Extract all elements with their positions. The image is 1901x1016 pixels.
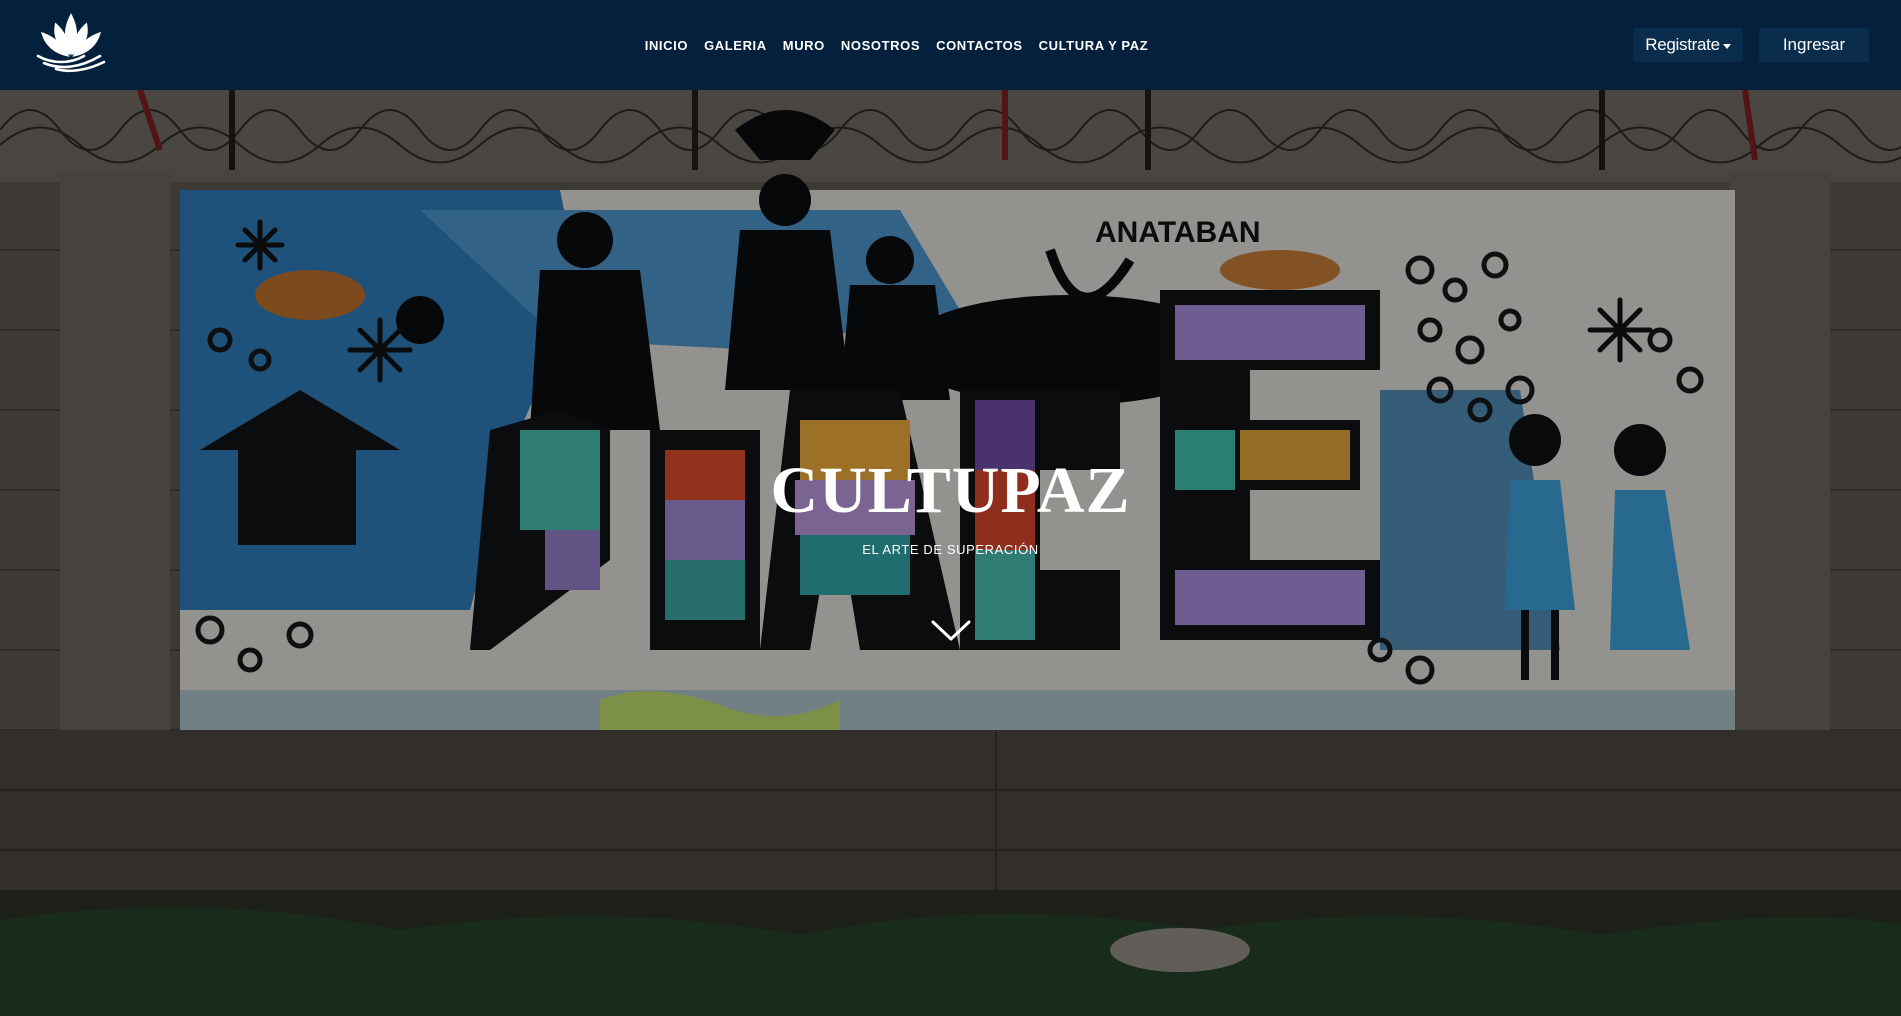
nav-link-muro[interactable]: MURO [783, 38, 825, 53]
nav-link-galeria[interactable]: GALERIA [704, 38, 767, 53]
hero-title: CULTUPAZ [770, 454, 1131, 527]
login-label: Ingresar [1782, 35, 1846, 54]
caret-down-icon [1722, 43, 1731, 49]
nav-link-inicio[interactable]: INICIO [645, 38, 688, 53]
nav-link-nosotros[interactable]: NOSOTROS [841, 38, 920, 53]
hero-subtitle: EL ARTE DE SUPERACIÓN [862, 542, 1039, 557]
register-dropdown-button[interactable]: Registrate [1633, 28, 1743, 62]
navbar: INICIO GALERIA MURO NOSOTROS CONTACTOS C… [0, 0, 1901, 90]
nav-link-cultura-y-paz[interactable]: CULTURA Y PAZ [1039, 38, 1149, 53]
main-nav: INICIO GALERIA MURO NOSOTROS CONTACTOS C… [0, 0, 1901, 90]
nav-link-contactos[interactable]: CONTACTOS [936, 38, 1023, 53]
chevron-down-icon[interactable] [930, 618, 972, 644]
login-button[interactable]: Ingresar [1759, 28, 1869, 62]
hero-section: ANATABAN CULTUPAZ EL ARTE DE SUPERACIÓN [0, 90, 1901, 1016]
register-label: Registrate [1645, 35, 1720, 54]
